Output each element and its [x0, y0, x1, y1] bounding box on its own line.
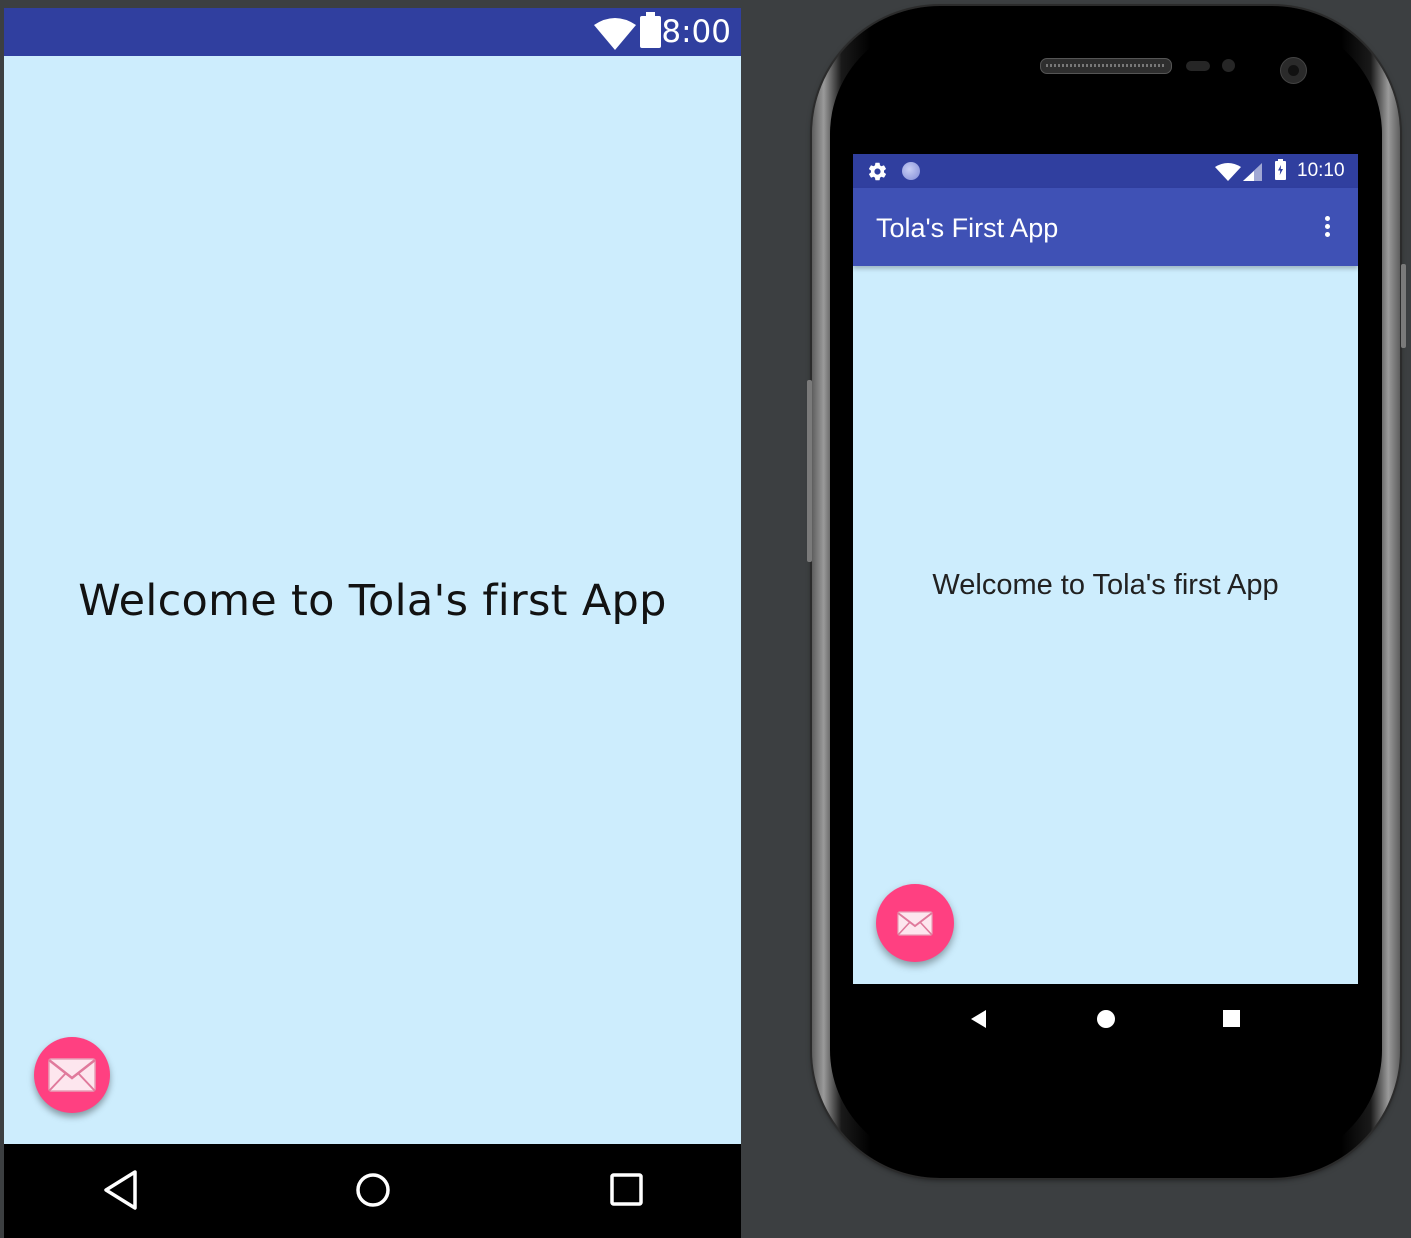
- front-camera: [1280, 57, 1307, 84]
- proximity-sensor: [1186, 61, 1210, 71]
- email-fab-button[interactable]: [34, 1037, 110, 1113]
- light-sensor: [1222, 59, 1235, 72]
- welcome-text: Welcome to Tola's first App: [78, 576, 667, 626]
- home-button[interactable]: [353, 1164, 393, 1219]
- design-preview: 8:00 Welcome to Tola's first App: [4, 8, 741, 1238]
- back-icon: [971, 1010, 986, 1028]
- app-bar: Tola's First App: [853, 188, 1358, 266]
- back-button[interactable]: [101, 1164, 139, 1219]
- home-icon: [356, 1173, 390, 1207]
- welcome-text: Welcome to Tola's first App: [932, 569, 1279, 601]
- home-button[interactable]: [1095, 1008, 1117, 1033]
- status-bar: 8:00: [4, 8, 741, 56]
- email-icon: [48, 1058, 96, 1092]
- wifi-icon: [594, 18, 636, 50]
- home-icon: [1097, 1010, 1115, 1028]
- sync-icon: [902, 162, 920, 180]
- battery-icon: [640, 12, 661, 48]
- power-button: [1401, 264, 1406, 348]
- battery-charging-icon: [1275, 159, 1286, 180]
- status-time: 10:10: [1297, 160, 1345, 181]
- navigation-bar: [4, 1144, 741, 1238]
- status-bar: 10:10: [853, 154, 1358, 188]
- status-time: 8:00: [661, 14, 731, 50]
- overflow-menu-icon: [1324, 216, 1330, 221]
- recents-icon: [610, 1173, 643, 1206]
- recents-button[interactable]: [607, 1164, 647, 1219]
- back-button[interactable]: [969, 1008, 989, 1033]
- navigation-bar: [853, 984, 1358, 1052]
- wifi-icon: [1215, 163, 1241, 181]
- email-icon: [897, 911, 933, 936]
- volume-button: [807, 380, 812, 562]
- email-fab-button[interactable]: [876, 884, 954, 962]
- recents-icon: [1223, 1010, 1240, 1027]
- emulator-screen: 10:10 Tola's First App Welcome to Tola's…: [853, 154, 1358, 1052]
- back-icon: [104, 1170, 137, 1210]
- app-title: Tola's First App: [876, 213, 1059, 243]
- overflow-menu-button[interactable]: [1315, 214, 1339, 240]
- recents-button[interactable]: [1221, 1008, 1243, 1033]
- signal-icon: [1243, 163, 1262, 181]
- settings-gear-icon: [868, 162, 887, 181]
- speaker-grille: [1040, 58, 1172, 74]
